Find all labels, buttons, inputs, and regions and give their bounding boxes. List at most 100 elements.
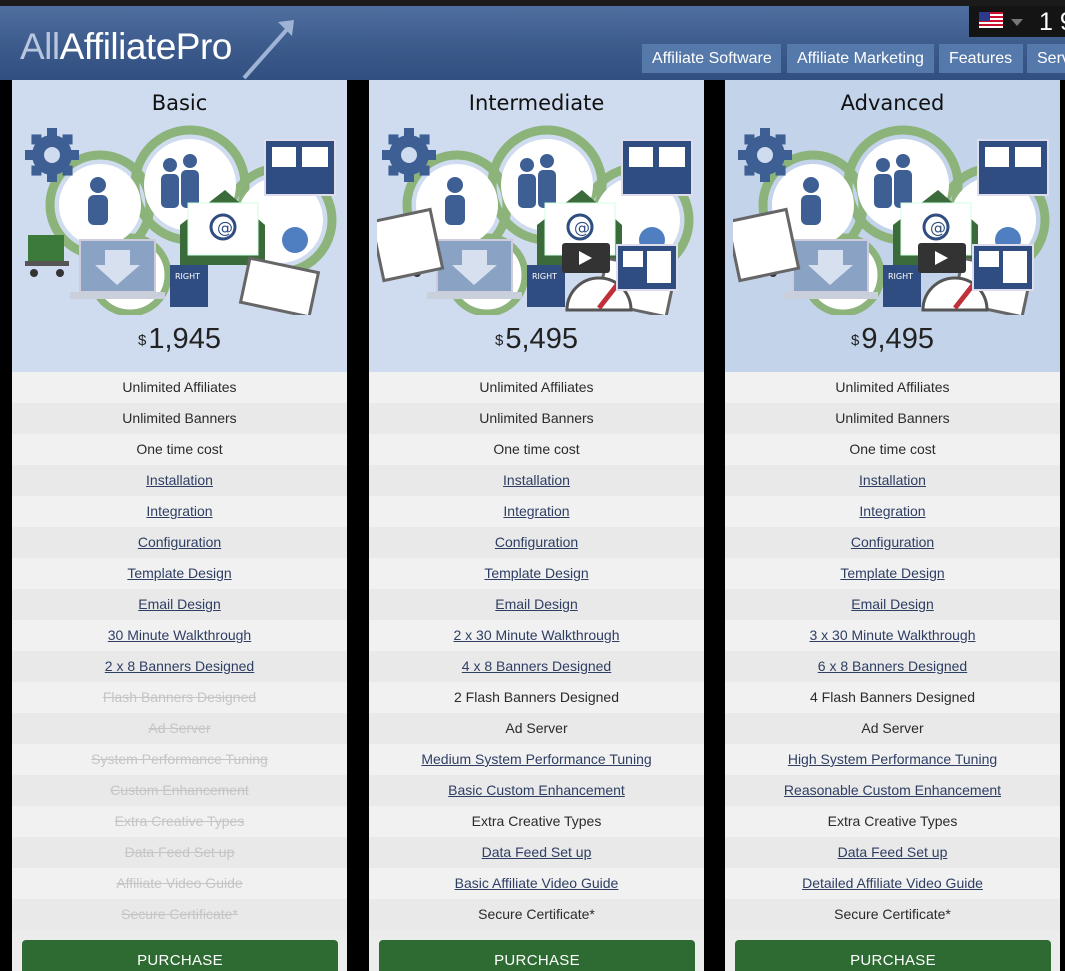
nav-affiliate-marketing[interactable]: Affiliate Marketing: [787, 44, 934, 73]
feature-row[interactable]: 2 x 30 Minute Walkthrough: [369, 620, 704, 651]
feature-label[interactable]: 3 x 30 Minute Walkthrough: [809, 627, 975, 643]
feature-row[interactable]: Email Design: [725, 589, 1060, 620]
feature-label[interactable]: Integration: [859, 503, 925, 519]
feature-label[interactable]: Installation: [146, 472, 213, 488]
feature-row[interactable]: 4 x 8 Banners Designed: [369, 651, 704, 682]
feature-label[interactable]: Email Design: [851, 596, 933, 612]
feature-row[interactable]: Integration: [369, 496, 704, 527]
main-nav: Affiliate Software Affiliate Marketing F…: [0, 44, 1065, 80]
feature-label[interactable]: Integration: [146, 503, 212, 519]
purchase-button[interactable]: PURCHASE: [22, 940, 338, 971]
plan-name: Advanced: [840, 91, 945, 115]
feature-label[interactable]: Configuration: [851, 534, 934, 550]
feature-row: Data Feed Set up: [12, 837, 347, 868]
feature-row[interactable]: Data Feed Set up: [369, 837, 704, 868]
feature-row: Unlimited Affiliates: [12, 372, 347, 403]
feature-label[interactable]: Basic Affiliate Video Guide: [455, 875, 619, 891]
plan-name: Intermediate: [468, 91, 605, 115]
us-flag-icon[interactable]: [979, 12, 1003, 28]
feature-label[interactable]: 2 x 30 Minute Walkthrough: [453, 627, 619, 643]
feature-row[interactable]: Integration: [12, 496, 347, 527]
feature-row[interactable]: Email Design: [369, 589, 704, 620]
feature-label[interactable]: Medium System Performance Tuning: [421, 751, 651, 767]
feature-row[interactable]: Installation: [369, 465, 704, 496]
feature-row[interactable]: High System Performance Tuning: [725, 744, 1060, 775]
feature-row[interactable]: Basic Custom Enhancement: [369, 775, 704, 806]
feature-label[interactable]: Installation: [859, 472, 926, 488]
feature-row: Extra Creative Types: [725, 806, 1060, 837]
svg-text:@: @: [574, 218, 590, 237]
feature-label[interactable]: Template Design: [840, 565, 944, 581]
feature-label[interactable]: Detailed Affiliate Video Guide: [802, 875, 983, 891]
feature-row[interactable]: Template Design: [12, 558, 347, 589]
feature-row[interactable]: Medium System Performance Tuning: [369, 744, 704, 775]
site-header: AllAffiliatePro 1 9 Affiliate Software A…: [0, 0, 1065, 80]
feature-row[interactable]: 2 x 8 Banners Designed: [12, 651, 347, 682]
plan-price: $1,945: [138, 323, 221, 355]
feature-label[interactable]: Reasonable Custom Enhancement: [784, 782, 1001, 798]
feature-row[interactable]: Configuration: [725, 527, 1060, 558]
nav-services[interactable]: Serv: [1027, 44, 1065, 73]
feature-row: Ad Server: [369, 713, 704, 744]
feature-label[interactable]: High System Performance Tuning: [788, 751, 997, 767]
svg-text:RIGHT: RIGHT: [532, 272, 557, 281]
feature-label[interactable]: 30 Minute Walkthrough: [108, 627, 251, 643]
feature-row: Unlimited Banners: [369, 403, 704, 434]
feature-row[interactable]: 30 Minute Walkthrough: [12, 620, 347, 651]
feature-row: Secure Certificate*: [725, 899, 1060, 930]
feature-row[interactable]: 3 x 30 Minute Walkthrough: [725, 620, 1060, 651]
svg-text:RIGHT: RIGHT: [175, 272, 200, 281]
feature-row[interactable]: 6 x 8 Banners Designed: [725, 651, 1060, 682]
feature-row[interactable]: Installation: [12, 465, 347, 496]
feature-label: Ad Server: [505, 720, 568, 736]
plan-header: Basic @ RIGHT $1,945: [12, 80, 347, 372]
feature-label[interactable]: Template Design: [484, 565, 588, 581]
feature-row[interactable]: Detailed Affiliate Video Guide: [725, 868, 1060, 899]
nav-affiliate-software[interactable]: Affiliate Software: [642, 44, 781, 73]
feature-row[interactable]: Email Design: [12, 589, 347, 620]
top-utility-bar: 1 9: [969, 6, 1065, 37]
feature-row[interactable]: Data Feed Set up: [725, 837, 1060, 868]
chevron-down-icon[interactable]: [1011, 19, 1023, 26]
feature-row: System Performance Tuning: [12, 744, 347, 775]
feature-label[interactable]: Installation: [503, 472, 570, 488]
feature-row: Unlimited Affiliates: [725, 372, 1060, 403]
feature-label[interactable]: Data Feed Set up: [482, 844, 592, 860]
feature-label: Unlimited Affiliates: [479, 379, 594, 395]
feature-row: Ad Server: [12, 713, 347, 744]
feature-row[interactable]: Template Design: [725, 558, 1060, 589]
feature-label[interactable]: Email Design: [138, 596, 220, 612]
feature-row[interactable]: Reasonable Custom Enhancement: [725, 775, 1060, 806]
feature-label: One time cost: [849, 441, 936, 457]
feature-label: Secure Certificate*: [834, 906, 951, 922]
feature-label[interactable]: Data Feed Set up: [838, 844, 948, 860]
feature-list: Unlimited Affiliates Unlimited Banners One…: [12, 372, 347, 930]
feature-row[interactable]: Basic Affiliate Video Guide: [369, 868, 704, 899]
feature-label[interactable]: Configuration: [495, 534, 578, 550]
feature-row[interactable]: Template Design: [369, 558, 704, 589]
feature-label[interactable]: Basic Custom Enhancement: [448, 782, 625, 798]
feature-label: Extra Creative Types: [471, 813, 602, 829]
feature-row[interactable]: Configuration: [12, 527, 347, 558]
feature-row[interactable]: Configuration: [369, 527, 704, 558]
feature-row[interactable]: Installation: [725, 465, 1060, 496]
feature-row: Custom Enhancement: [12, 775, 347, 806]
purchase-button[interactable]: PURCHASE: [379, 940, 695, 971]
feature-label: One time cost: [493, 441, 580, 457]
feature-row: 4 Flash Banners Designed: [725, 682, 1060, 713]
plan-price: $5,495: [495, 323, 578, 355]
feature-label[interactable]: 4 x 8 Banners Designed: [462, 658, 611, 674]
feature-row: Affiliate Video Guide: [12, 868, 347, 899]
feature-row: Secure Certificate*: [369, 899, 704, 930]
feature-label[interactable]: Configuration: [138, 534, 221, 550]
purchase-button[interactable]: PURCHASE: [735, 940, 1051, 971]
feature-label[interactable]: Email Design: [495, 596, 577, 612]
feature-label[interactable]: 2 x 8 Banners Designed: [105, 658, 254, 674]
nav-features[interactable]: Features: [939, 44, 1023, 73]
feature-row[interactable]: Integration: [725, 496, 1060, 527]
feature-label[interactable]: Template Design: [127, 565, 231, 581]
feature-label[interactable]: 6 x 8 Banners Designed: [818, 658, 967, 674]
feature-label[interactable]: Integration: [503, 503, 569, 519]
feature-label: Ad Server: [861, 720, 924, 736]
plan-price: $9,495: [851, 323, 934, 355]
